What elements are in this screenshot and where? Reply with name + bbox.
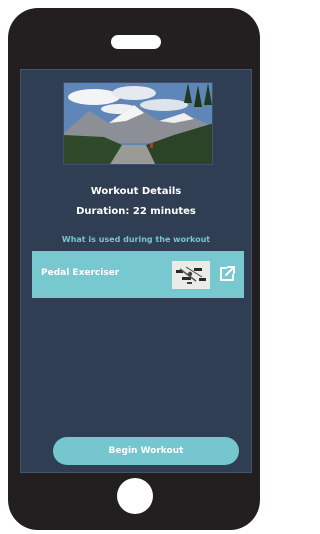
- workout-hero-image: [63, 82, 213, 165]
- pedal-exerciser-thumbnail: [172, 261, 210, 289]
- phone-speaker: [111, 35, 161, 49]
- begin-workout-button[interactable]: Begin Workout: [53, 437, 239, 465]
- workout-title: Workout Details: [90, 186, 182, 197]
- phone-frame: Workout Details Duration: 22 minutes Wha…: [8, 8, 260, 530]
- equipment-heading: What is used during the workout: [61, 235, 211, 244]
- home-button[interactable]: [117, 478, 153, 514]
- equipment-item-label: Pedal Exerciser: [41, 268, 120, 278]
- external-link-icon[interactable]: [218, 265, 236, 283]
- workout-duration: Duration: 22 minutes: [76, 206, 196, 217]
- app-screen: Workout Details Duration: 22 minutes Wha…: [20, 69, 252, 473]
- equipment-item-pedal-exerciser[interactable]: Pedal Exerciser: [32, 251, 244, 298]
